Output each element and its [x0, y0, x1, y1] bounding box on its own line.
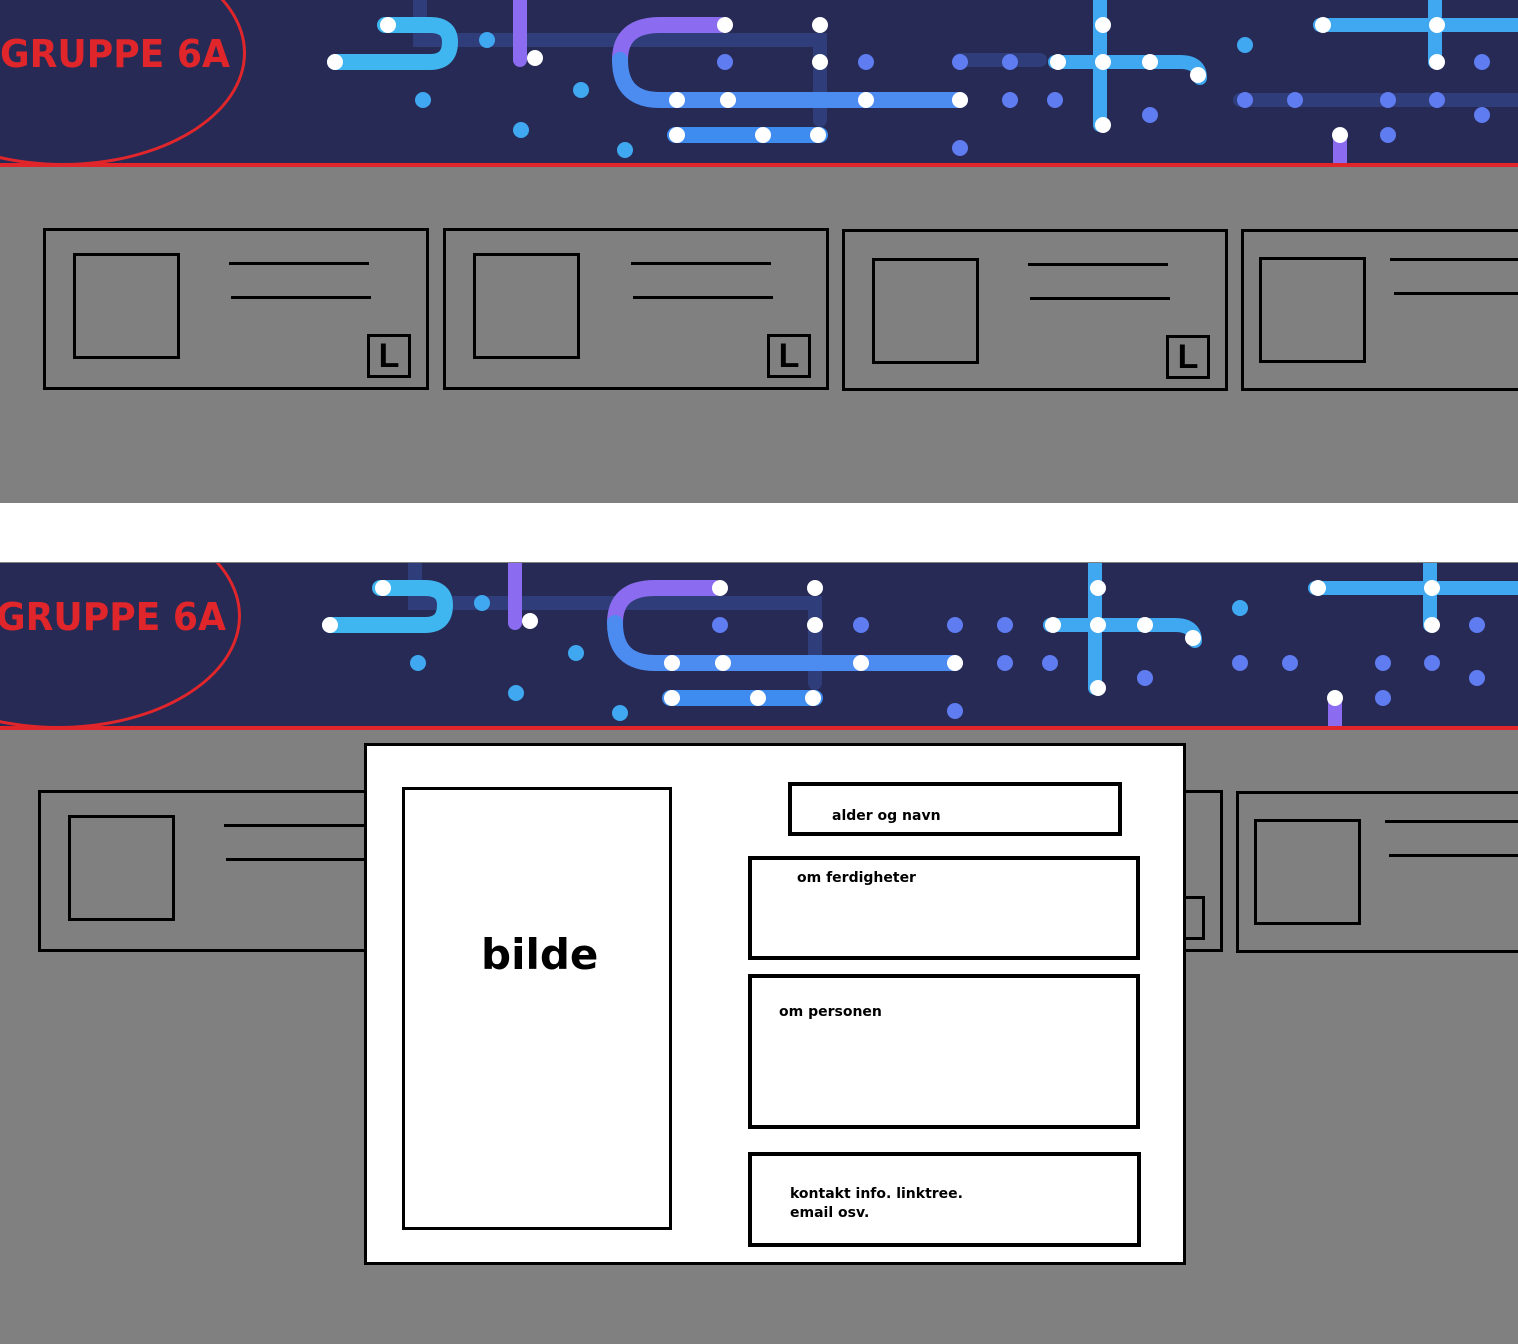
card-thumbnail	[1254, 819, 1361, 925]
about-label: om personen	[779, 1004, 882, 1020]
card-text-line	[631, 262, 771, 265]
about-box: om personen	[748, 974, 1140, 1129]
card-text-line	[226, 858, 366, 861]
profile-card-3[interactable]: L	[842, 229, 1228, 391]
header-banner: GRUPPE 6A	[0, 0, 1518, 167]
section-divider	[0, 503, 1518, 562]
contact-line-2[interactable]: email osv.	[790, 1204, 963, 1223]
card-text-line	[231, 296, 371, 299]
card-text-line	[224, 824, 364, 827]
contact-box[interactable]: kontakt info. linktree. email osv.	[748, 1152, 1141, 1247]
brand-title[interactable]: GRUPPE 6A	[0, 32, 230, 76]
name-age-box: alder og navn	[788, 782, 1122, 836]
card-text-line	[633, 296, 773, 299]
card-thumbnail	[872, 258, 979, 364]
skills-box: om ferdigheter	[748, 856, 1140, 960]
skills-label: om ferdigheter	[797, 870, 916, 886]
name-age-label: alder og navn	[832, 808, 941, 824]
card-text-line	[1028, 263, 1168, 266]
card-badge[interactable]: L	[1166, 335, 1210, 379]
card-text-line	[1030, 297, 1170, 300]
card-badge[interactable]: L	[367, 334, 411, 378]
profile-detail-modal[interactable]: bilde alder og navn om ferdigheter om pe…	[364, 743, 1186, 1265]
profile-card-2[interactable]: L	[443, 228, 829, 390]
profile-card-4[interactable]	[1241, 229, 1518, 391]
header-banner-2: GRUPPE 6A	[0, 563, 1518, 730]
contact-label: kontakt info. linktree. email osv.	[790, 1185, 963, 1223]
brand-title-2[interactable]: GRUPPE 6A	[0, 595, 226, 639]
profile-card-7[interactable]	[1236, 791, 1518, 953]
card-text-line	[1394, 292, 1518, 295]
contact-line-1[interactable]: kontakt info. linktree.	[790, 1185, 963, 1204]
card-badge[interactable]: L	[767, 334, 811, 378]
card-text-line	[229, 262, 369, 265]
card-text-line	[1385, 820, 1518, 823]
profile-card-1[interactable]: L	[43, 228, 429, 390]
card-text-line	[1389, 854, 1518, 857]
card-thumbnail	[1259, 257, 1366, 363]
profile-photo-placeholder: bilde	[402, 787, 672, 1230]
card-thumbnail	[73, 253, 180, 359]
card-text-line	[1390, 258, 1518, 261]
card-thumbnail	[68, 815, 175, 921]
photo-label: bilde	[481, 930, 599, 979]
card-thumbnail	[473, 253, 580, 359]
